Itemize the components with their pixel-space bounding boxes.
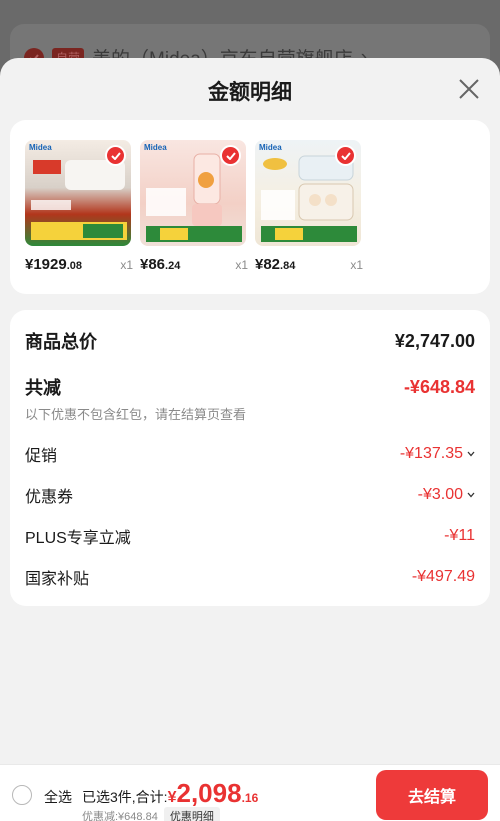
chevron-down-icon <box>467 492 475 498</box>
product-image: Midea <box>140 140 246 246</box>
product-qty: x1 <box>120 258 133 272</box>
product-image: Midea <box>255 140 361 246</box>
national-subsidy-value: -¥497.49 <box>411 568 475 585</box>
plus-discount-value: -¥11 <box>444 527 475 544</box>
product-price: ¥1929.08 <box>25 256 83 273</box>
national-subsidy-row: 国家补贴 -¥497.49 <box>25 565 475 589</box>
check-icon[interactable] <box>105 145 126 166</box>
discount-amount: 优惠减:¥648.84 <box>82 811 158 821</box>
selected-count: 已选3件,合计: <box>82 789 168 805</box>
subtotal-label: 商品总价 <box>25 332 97 352</box>
product-qty: x1 <box>235 258 248 272</box>
summary-card: 商品总价 ¥2,747.00 共减 -¥648.84 以下优惠不包含红包，请在结… <box>10 310 490 606</box>
national-subsidy-label: 国家补贴 <box>25 571 90 588</box>
promotion-value: -¥137.35 <box>399 445 463 462</box>
discount-detail-button[interactable]: 优惠明细 <box>163 807 220 821</box>
coupon-value: -¥3.00 <box>417 486 463 503</box>
total-discount-value: -¥648.84 <box>403 376 475 397</box>
plus-discount-row: PLUS专享立减 -¥11 <box>25 524 475 548</box>
promotion-row[interactable]: 促销 -¥137.35 <box>25 442 475 466</box>
check-icon[interactable] <box>335 145 356 166</box>
check-icon[interactable] <box>220 145 241 166</box>
sheet-title: 金额明细 <box>208 81 292 104</box>
product-image: Midea <box>25 140 131 246</box>
subtotal-value: ¥2,747.00 <box>394 330 475 351</box>
product-price: ¥86.24 <box>140 256 181 273</box>
discount-note: 以下优惠不包含红包，请在结算页查看 <box>25 407 247 422</box>
plus-discount-label: PLUS专享立减 <box>25 530 131 547</box>
total-discount-row: 共减 -¥648.84 <box>25 374 475 400</box>
amount-detail-sheet: 金额明细 Midea ¥1929.08 x1 Midea ¥86.24 x1 M… <box>0 58 500 821</box>
total-currency: ¥ <box>167 789 177 806</box>
product-qty: x1 <box>350 258 363 272</box>
total-integer: 2,098 <box>176 778 242 808</box>
product-price: ¥82.84 <box>255 256 296 273</box>
coupon-label: 优惠券 <box>25 489 74 506</box>
radio-icon[interactable] <box>12 785 32 805</box>
checkout-bar: 全选 已选3件,合计: ¥ 2,098 .16 优惠减:¥648.84 优惠明细… <box>0 764 500 821</box>
select-all-label[interactable]: 全选 <box>44 787 72 807</box>
checkout-button[interactable]: 去结算 <box>376 770 488 820</box>
products-card: Midea ¥1929.08 x1 Midea ¥86.24 x1 Midea … <box>10 120 490 294</box>
product-item[interactable]: Midea ¥86.24 x1 <box>140 140 248 273</box>
coupon-row[interactable]: 优惠券 -¥3.00 <box>25 483 475 507</box>
close-icon[interactable] <box>458 78 480 100</box>
product-item[interactable]: Midea ¥1929.08 x1 <box>25 140 133 273</box>
chevron-down-icon <box>467 451 475 457</box>
total-discount-label: 共减 <box>25 378 61 398</box>
product-item[interactable]: Midea ¥82.84 x1 <box>255 140 363 273</box>
subtotal-row: 商品总价 ¥2,747.00 <box>25 328 475 354</box>
promotion-label: 促销 <box>25 448 58 465</box>
selected-total: 已选3件,合计: ¥ 2,098 .16 <box>82 778 259 808</box>
discount-line: 优惠减:¥648.84 优惠明细 <box>82 807 220 821</box>
total-decimal: .16 <box>241 791 259 805</box>
